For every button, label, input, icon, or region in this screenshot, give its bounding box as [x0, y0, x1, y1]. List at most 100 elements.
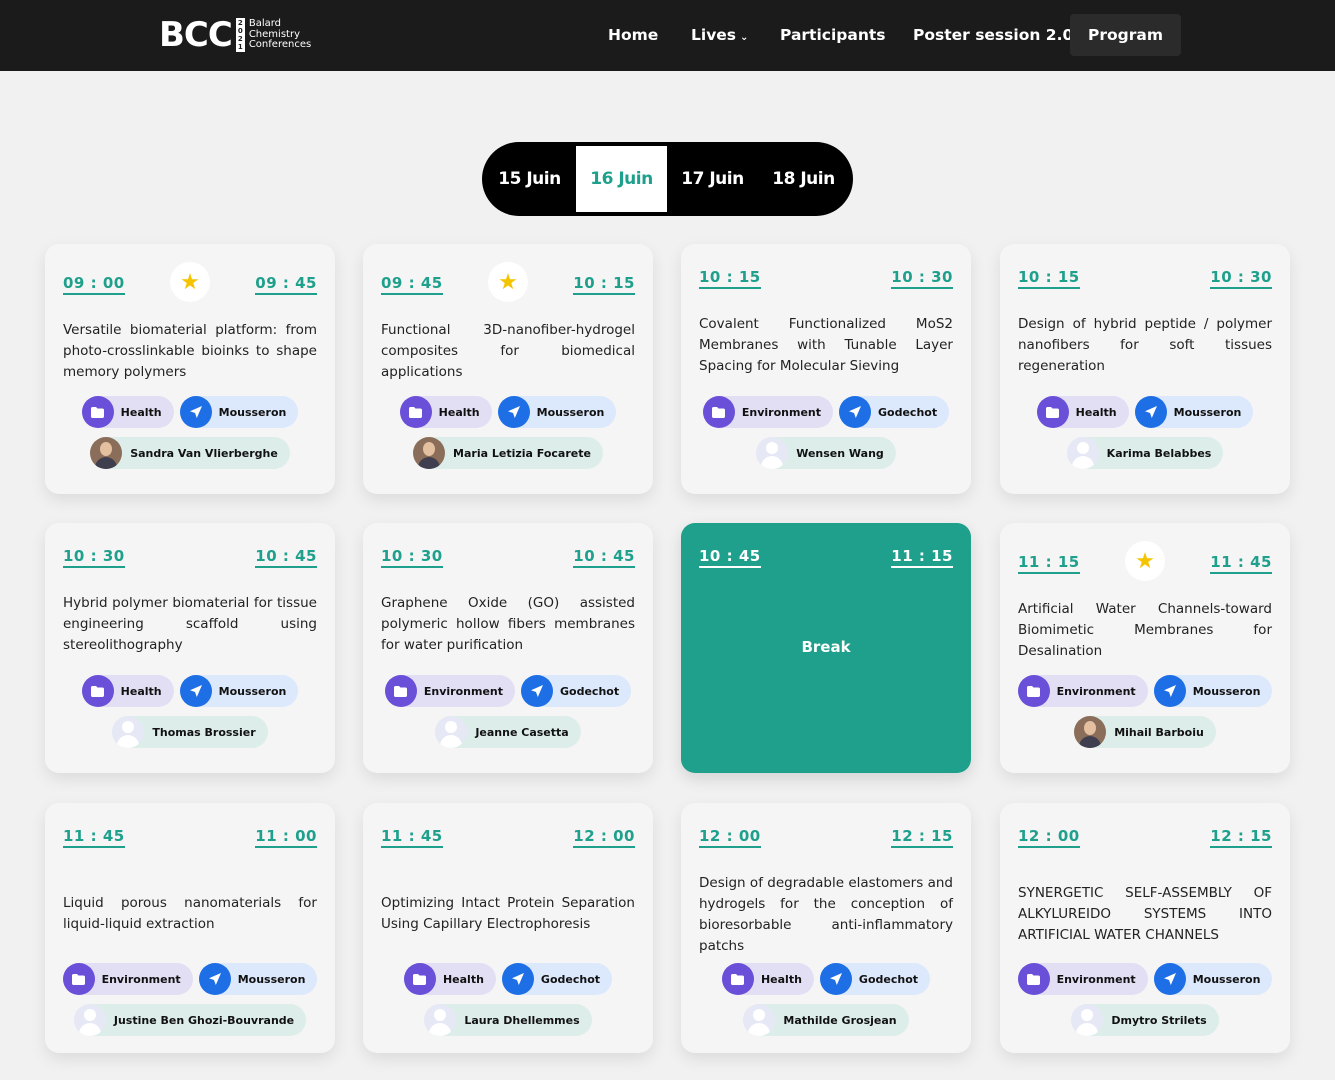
session-card[interactable]: 10 : 30 10 : 45 Hybrid polymer biomaterial…	[45, 523, 335, 773]
session-title: Artificial Water Channels-toward Biomime…	[1018, 601, 1272, 659]
speaker-chip[interactable]: Jeanne Casetta	[435, 716, 581, 748]
start-time: 09 : 45	[381, 274, 443, 295]
speaker-chip[interactable]: Mathilde Grosjean	[743, 1004, 909, 1036]
session-card[interactable]: 09 : 45 10 : 15 ★ Functional 3D-nanofiber-h…	[363, 244, 653, 494]
location-tag[interactable]: Mousseron	[497, 396, 617, 428]
topic-tag[interactable]: Environment	[384, 675, 516, 707]
nav-program[interactable]: Program	[1070, 14, 1182, 56]
speaker-chip[interactable]: Thomas Brossier	[112, 716, 268, 748]
star-icon[interactable]: ★	[1125, 541, 1165, 581]
folder-icon	[81, 675, 114, 707]
nav-lives[interactable]: Lives ⌄	[691, 14, 748, 56]
speaker-chip[interactable]: Laura Dhellemmes	[424, 1004, 592, 1036]
speaker-name: Justine Ben Ghozi-Bouvrande	[113, 1013, 295, 1027]
session-card[interactable]: 10 : 15 10 : 30 Design of hybrid peptide /…	[1000, 244, 1290, 494]
location-tag[interactable]: Mousseron	[179, 396, 299, 428]
day-selector: 15 Juin 16 Juin 17 Juin 18 Juin	[482, 142, 853, 216]
session-card[interactable]: 12 : 00 12 : 15 SYNERGETIC SELF-ASSEMBLY O…	[1000, 803, 1290, 1053]
location-arrow-icon	[521, 675, 554, 707]
speaker-row: Wensen Wang	[681, 437, 971, 469]
topic-tag[interactable]: Environment	[1017, 675, 1148, 707]
location-tag[interactable]: Mousseron	[179, 675, 299, 707]
location-tag[interactable]: Godechot	[521, 675, 632, 707]
topic-tag[interactable]: Environment	[702, 396, 834, 428]
location-arrow-icon	[179, 396, 212, 428]
location-tag[interactable]: Godechot	[501, 963, 613, 995]
day-tab-15-juin[interactable]: 15 Juin	[484, 146, 575, 212]
nav-participants[interactable]: Participants	[780, 14, 886, 56]
session-card[interactable]: 11 : 45 12 : 00 Optimizing Intact Protein …	[363, 803, 653, 1053]
session-tags: Environment Mousseron	[1000, 963, 1290, 995]
location-tag[interactable]: Mousseron	[198, 963, 318, 995]
location-tag[interactable]: Godechot	[819, 963, 931, 995]
speaker-avatar	[112, 716, 145, 748]
speaker-row: Dmytro Strilets	[1000, 1004, 1290, 1036]
day-tab-17-juin[interactable]: 17 Juin	[667, 146, 758, 212]
location-tag[interactable]: Mousseron	[1153, 675, 1273, 707]
session-card[interactable]: 09 : 00 09 : 45 ★ Versatile biomaterial pla…	[45, 244, 335, 494]
folder-icon	[702, 396, 735, 428]
speaker-row: Maria Letizia Focarete	[363, 437, 653, 469]
top-navbar: BCC 2 0 2 1 Balard Chemistry Conferences…	[0, 0, 1335, 71]
start-time: 10 : 15	[1018, 268, 1080, 289]
start-time: 12 : 00	[699, 827, 761, 848]
topic-tag[interactable]: Health	[81, 396, 174, 428]
location-label: Mousseron	[218, 405, 287, 419]
speaker-chip[interactable]: Wensen Wang	[756, 437, 896, 469]
end-time: 09 : 45	[255, 274, 317, 295]
start-time: 11 : 45	[381, 827, 443, 848]
session-card[interactable]: 11 : 45 11 : 00 Liquid porous nanomaterial…	[45, 803, 335, 1053]
speaker-name: Dmytro Strilets	[1111, 1013, 1207, 1027]
star-icon[interactable]: ★	[170, 262, 210, 302]
session-card[interactable]: 10 : 30 10 : 45 Graphene Oxide (GO) assist…	[363, 523, 653, 773]
topic-tag[interactable]: Environment	[62, 963, 193, 995]
bcc-logo[interactable]: BCC 2 0 2 1 Balard Chemistry Conferences	[159, 15, 311, 55]
speaker-chip[interactable]: Sandra Van Vlierberghe	[90, 437, 290, 469]
speaker-row: Karima Belabbes	[1000, 437, 1290, 469]
day-tab-18-juin[interactable]: 18 Juin	[758, 146, 849, 212]
speaker-avatar	[743, 1004, 776, 1036]
folder-icon	[62, 963, 95, 995]
location-arrow-icon	[179, 675, 212, 707]
session-card[interactable]: 10 : 15 10 : 30 Covalent Functionalized Mo…	[681, 244, 971, 494]
location-tag[interactable]: Mousseron	[1134, 396, 1254, 428]
location-tag[interactable]: Mousseron	[1153, 963, 1273, 995]
session-tags: Environment Godechot	[363, 675, 653, 707]
location-label: Godechot	[858, 972, 919, 986]
nav-home[interactable]: Home	[608, 14, 658, 56]
star-icon[interactable]: ★	[488, 262, 528, 302]
topic-tag[interactable]: Environment	[1017, 963, 1148, 995]
location-label: Mousseron	[237, 972, 306, 986]
speaker-chip[interactable]: Maria Letizia Focarete	[413, 437, 603, 469]
session-card[interactable]: 12 : 00 12 : 15 Design of degradable elast…	[681, 803, 971, 1053]
session-tags: Health Mousseron	[45, 396, 335, 428]
session-title: Hybrid polymer biomaterial for tissue en…	[63, 595, 317, 653]
topic-tag[interactable]: Health	[403, 963, 496, 995]
location-tag[interactable]: Godechot	[839, 396, 950, 428]
session-card[interactable]: 11 : 15 11 : 45 ★ Artificial Water Channels…	[1000, 523, 1290, 773]
chevron-down-icon: ⌄	[740, 32, 749, 43]
end-time: 11 : 45	[1210, 553, 1272, 574]
location-arrow-icon	[819, 963, 852, 995]
topic-tag[interactable]: Health	[1036, 396, 1129, 428]
day-tab-16-juin[interactable]: 16 Juin	[576, 146, 667, 212]
speaker-chip[interactable]: Dmytro Strilets	[1071, 1004, 1219, 1036]
session-title: Design of hybrid peptide / polymer nanof…	[1018, 316, 1272, 374]
end-time: 12 : 15	[891, 827, 953, 848]
session-tags: Health Godechot	[363, 963, 653, 995]
speaker-row: Laura Dhellemmes	[363, 1004, 653, 1036]
speaker-chip[interactable]: Karima Belabbes	[1066, 437, 1224, 469]
speaker-chip[interactable]: Justine Ben Ghozi-Bouvrande	[73, 1004, 307, 1036]
topic-tag[interactable]: Health	[399, 396, 492, 428]
speaker-avatar	[1071, 1004, 1104, 1036]
speaker-row: Jeanne Casetta	[363, 716, 653, 748]
speaker-name: Maria Letizia Focarete	[453, 446, 591, 460]
speaker-name: Wensen Wang	[796, 446, 884, 460]
folder-icon	[384, 675, 417, 707]
topic-tag[interactable]: Health	[81, 675, 174, 707]
nav-poster-session[interactable]: Poster session 2.0	[913, 14, 1073, 56]
speaker-chip[interactable]: Mihail Barboiu	[1074, 716, 1216, 748]
end-time: 10 : 30	[891, 268, 953, 289]
folder-icon	[1036, 396, 1069, 428]
topic-tag[interactable]: Health	[721, 963, 814, 995]
